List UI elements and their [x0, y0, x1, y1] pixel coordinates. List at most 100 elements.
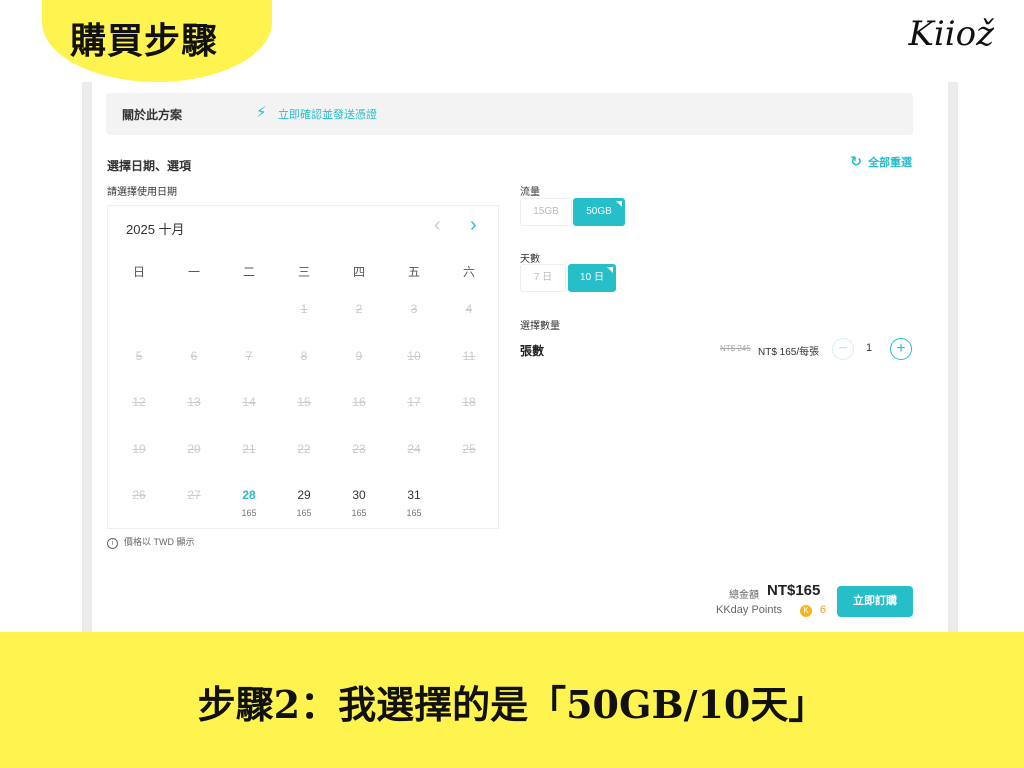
day-cell[interactable]: 29 165 [276, 488, 332, 518]
quantity-label: 張數 [520, 344, 545, 358]
day-cell: 6 [166, 349, 222, 363]
day-cell[interactable]: 30 165 [331, 488, 387, 518]
day-cell: 27 [166, 488, 222, 502]
day-cell: 10 [386, 349, 442, 363]
about-plan-title: 關於此方案 [122, 108, 183, 122]
points-label: KKday Points [716, 604, 783, 616]
day-cell: 20 [166, 442, 222, 456]
caption-text: 步驟2：我選擇的是「50GB/10天」 [197, 682, 827, 727]
weekday-header: 三 [297, 265, 310, 279]
day-cell: 2 [331, 302, 387, 316]
day-number: 6 [190, 348, 198, 363]
buy-now-button[interactable]: 立即訂購 [837, 586, 913, 617]
day-cell: 25 [441, 442, 497, 456]
weekday-header: 五 [407, 265, 420, 279]
day-cell: 15 [276, 395, 332, 409]
brand-logo: Kiiož [908, 14, 994, 54]
day-number: 5 [135, 348, 143, 363]
day-number: 21 [242, 441, 256, 456]
points-coin-icon: K [800, 605, 812, 617]
day-cell: 23 [331, 442, 387, 456]
option-10-days[interactable]: 10 日 [568, 264, 616, 292]
day-number: 9 [355, 348, 363, 363]
increase-button[interactable]: + [890, 338, 912, 360]
day-cell: 12 [111, 395, 167, 409]
total-amount: NT$165 [767, 582, 821, 599]
day-number: 3 [410, 302, 418, 316]
day-cell: 4 [441, 302, 497, 316]
quantity-section-label: 選擇數量 [520, 321, 560, 332]
option-50gb[interactable]: 50GB [573, 198, 625, 226]
day-cell: 26 [111, 488, 167, 502]
day-number: 2 [355, 302, 363, 316]
day-cell: 21 [221, 442, 277, 456]
weekday-header: 日 [132, 265, 145, 279]
about-plan-bar[interactable]: 關於此方案 ⚡ 立即確認並發送憑證 [106, 93, 913, 135]
day-cell: 3 [386, 302, 442, 316]
weekday-header: 四 [352, 265, 365, 279]
day-number: 23 [352, 441, 366, 456]
badge-title: 購買步驟 [70, 20, 219, 62]
weekday-header: 一 [187, 265, 200, 279]
day-cell: 22 [276, 442, 332, 456]
day-cell[interactable]: 28 165 [221, 488, 277, 518]
day-number: 13 [187, 395, 201, 409]
day-number: 31 [407, 488, 421, 502]
weekday-header: 二 [242, 265, 255, 279]
chevron-left-icon[interactable]: ‹ [434, 214, 441, 237]
day-cell: 14 [221, 395, 277, 409]
decrease-button[interactable]: − [832, 338, 854, 360]
day-number: 30 [352, 488, 366, 502]
quantity-value: 1 [866, 342, 873, 354]
day-number: 29 [297, 488, 311, 502]
day-cell[interactable]: 31 165 [386, 488, 442, 518]
refresh-icon: ↻ [850, 153, 862, 169]
day-number: 25 [462, 441, 476, 456]
section-title: 選擇日期、選項 [107, 159, 192, 173]
day-cell: 19 [111, 442, 167, 456]
calendar: 2025 十月 ‹ › 日一二三四五六 1 2 3 4 5 6 7 8 9 10 11 12 13 14 15… [107, 205, 499, 529]
day-cell: 13 [166, 395, 222, 409]
day-number: 12 [132, 395, 146, 409]
chevron-right-icon[interactable]: › [470, 214, 477, 237]
day-number: 28 [242, 488, 256, 502]
day-price: 165 [241, 508, 257, 518]
day-price: 165 [406, 508, 422, 518]
original-price: NT$ 245 [720, 344, 751, 353]
day-number: 16 [352, 395, 366, 409]
currency-note: i 價格以 TWD 顯示 [107, 535, 195, 549]
day-number: 14 [242, 395, 256, 409]
reset-all-button[interactable]: ↻ 全部重選 [850, 153, 912, 170]
day-cell: 7 [221, 349, 277, 363]
day-number: 22 [297, 441, 311, 456]
calendar-month: 2025 十月 [126, 222, 185, 237]
currency-note-text: 價格以 TWD 顯示 [124, 537, 195, 547]
reset-label: 全部重選 [868, 157, 912, 169]
data-label: 流量 [520, 187, 540, 198]
points-value: 6 [820, 604, 827, 616]
day-number: 4 [465, 302, 473, 316]
day-cell: 8 [276, 349, 332, 363]
day-number: 17 [407, 395, 421, 409]
day-number: 27 [187, 488, 201, 502]
option-7-days[interactable]: 7 日 [520, 264, 566, 292]
option-15gb[interactable]: 15GB [520, 198, 572, 226]
day-number: 15 [297, 395, 311, 409]
day-number: 7 [245, 348, 253, 363]
date-prompt: 請選擇使用日期 [107, 187, 177, 198]
weekday-header: 六 [462, 265, 475, 279]
day-number: 11 [462, 348, 476, 363]
day-price: 165 [296, 508, 312, 518]
day-cell: 5 [111, 349, 167, 363]
day-cell: 16 [331, 395, 387, 409]
unit-price: NT$ 165/每張 [758, 347, 820, 358]
instant-confirm-text: 立即確認並發送憑證 [278, 109, 377, 121]
day-cell: 9 [331, 349, 387, 363]
day-cell: 17 [386, 395, 442, 409]
day-number: 19 [132, 441, 146, 456]
days-label: 天數 [520, 254, 540, 265]
day-number: 26 [132, 488, 146, 502]
day-price: 165 [351, 508, 367, 518]
lightning-icon: ⚡ [256, 104, 267, 121]
day-cell: 18 [441, 395, 497, 409]
